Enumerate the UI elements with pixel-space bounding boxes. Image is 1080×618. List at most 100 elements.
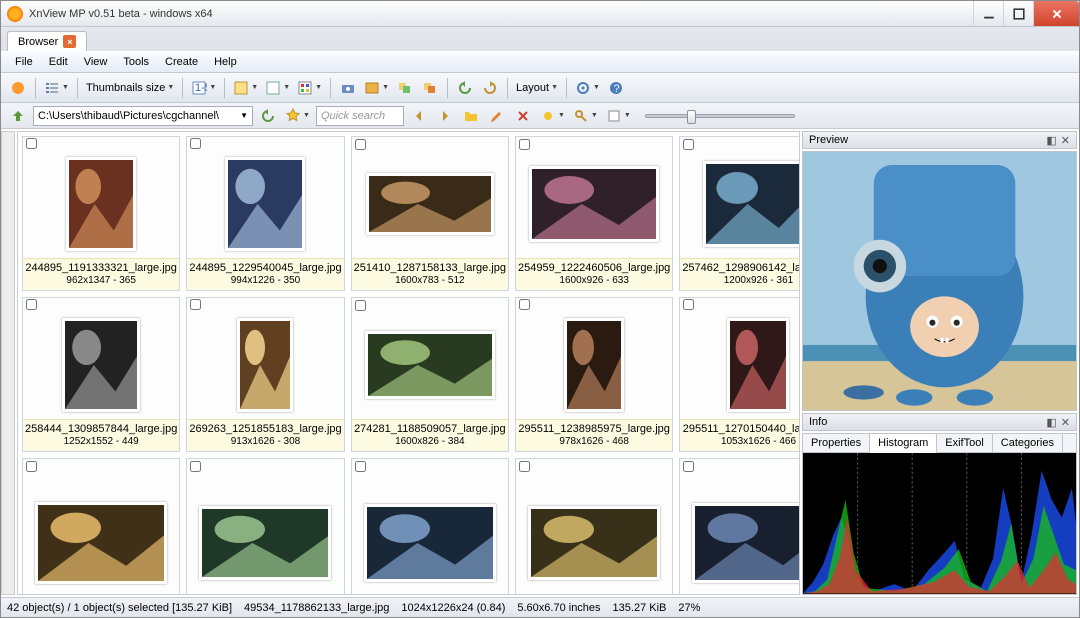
menu-help[interactable]: Help bbox=[208, 54, 243, 70]
preview-pane[interactable] bbox=[802, 151, 1077, 411]
thumbnail-item[interactable]: 295511_1270150440_large.jpg1053x1626 - 4… bbox=[679, 297, 800, 452]
thumb-checkbox[interactable] bbox=[355, 300, 366, 311]
thumbnail-item[interactable]: 244895_1229540045_large.jpg994x1226 - 35… bbox=[186, 136, 344, 291]
thumb-checkbox[interactable] bbox=[26, 461, 37, 472]
thumb-checkbox[interactable] bbox=[355, 139, 366, 150]
filter-icon[interactable]: ▼ bbox=[263, 80, 292, 96]
thumbnail-item[interactable]: 251410_1287158133_large.jpg1600x783 - 51… bbox=[351, 136, 509, 291]
slider-knob[interactable] bbox=[687, 110, 696, 124]
about-icon[interactable] bbox=[7, 77, 29, 99]
thumb-image[interactable] bbox=[187, 150, 343, 258]
thumb-image[interactable] bbox=[516, 151, 672, 258]
thumbnails-size-dropdown[interactable]: Thumbnails size▼ bbox=[84, 82, 176, 94]
thumbnail-item[interactable] bbox=[515, 458, 673, 595]
thumb-image[interactable] bbox=[23, 150, 179, 258]
thumb-checkbox[interactable] bbox=[190, 138, 201, 149]
tab-browser[interactable]: Browser × bbox=[7, 31, 87, 51]
undock-icon[interactable]: ◧ bbox=[1046, 416, 1056, 429]
thumb-caption: 257462_1298906142_large.jpg1200x926 - 36… bbox=[680, 258, 800, 290]
acquire-icon[interactable] bbox=[337, 77, 359, 99]
thumbnail-item[interactable] bbox=[186, 458, 344, 595]
tab-close-icon[interactable]: × bbox=[63, 35, 76, 48]
thumb-checkbox[interactable] bbox=[26, 138, 37, 149]
left-scrollbar[interactable] bbox=[1, 131, 15, 595]
tab-properties[interactable]: Properties bbox=[803, 434, 870, 452]
thumbnail-item[interactable]: 257462_1298906142_large.jpg1200x926 - 36… bbox=[679, 136, 800, 291]
menu-create[interactable]: Create bbox=[159, 54, 204, 70]
thumb-checkbox[interactable] bbox=[355, 461, 366, 472]
thumb-image[interactable] bbox=[516, 473, 672, 595]
thumb-checkbox[interactable] bbox=[683, 461, 694, 472]
thumb-image[interactable] bbox=[23, 473, 179, 595]
maximize-button[interactable] bbox=[1003, 1, 1033, 26]
thumb-image[interactable] bbox=[352, 473, 508, 595]
thumb-checkbox[interactable] bbox=[190, 299, 201, 310]
convert-icon[interactable]: ▼ bbox=[362, 80, 391, 96]
tag-key-icon[interactable]: ▼ bbox=[571, 108, 600, 124]
histogram-view[interactable] bbox=[802, 453, 1077, 595]
thumb-image[interactable] bbox=[187, 311, 343, 419]
edit-icon[interactable] bbox=[486, 105, 508, 127]
tab-histogram[interactable]: Histogram bbox=[870, 434, 937, 453]
view-list-icon[interactable]: ▼ bbox=[42, 80, 71, 96]
thumb-checkbox[interactable] bbox=[519, 139, 530, 150]
panel-close-icon[interactable]: ✕ bbox=[1061, 416, 1070, 429]
path-input[interactable]: C:\Users\thibaud\Pictures\cgchannel\▼ bbox=[33, 106, 253, 126]
rotate-cw-icon[interactable] bbox=[479, 77, 501, 99]
delete-icon[interactable] bbox=[512, 105, 534, 127]
batch-convert-icon[interactable] bbox=[394, 77, 416, 99]
rotate-ccw-icon[interactable] bbox=[454, 77, 476, 99]
thumb-image[interactable] bbox=[352, 312, 508, 419]
thumbnail-item[interactable] bbox=[351, 458, 509, 595]
thumbnail-item[interactable]: 295511_1238985975_large.jpg978x1626 - 46… bbox=[515, 297, 673, 452]
thumb-image[interactable] bbox=[23, 311, 179, 419]
thumbnail-item[interactable] bbox=[22, 458, 180, 595]
layout-dropdown[interactable]: Layout▼ bbox=[514, 82, 560, 94]
undock-icon[interactable]: ◧ bbox=[1046, 134, 1056, 147]
sort-icon[interactable]: 1-5▼ bbox=[189, 80, 218, 96]
thumb-image[interactable] bbox=[352, 151, 508, 258]
help-icon[interactable]: ? bbox=[605, 77, 627, 99]
thumb-image[interactable] bbox=[680, 151, 800, 258]
thumbnail-item[interactable]: 254959_1222460506_large.jpg1600x926 - 63… bbox=[515, 136, 673, 291]
folder-icon[interactable] bbox=[460, 105, 482, 127]
menu-tools[interactable]: Tools bbox=[117, 54, 155, 70]
refresh-path-icon[interactable] bbox=[257, 105, 279, 127]
thumbnail-size-slider[interactable] bbox=[645, 114, 795, 118]
thumb-checkbox[interactable] bbox=[190, 461, 201, 472]
chevron-down-icon[interactable]: ▼ bbox=[240, 111, 248, 120]
thumbnail-item[interactable]: 258444_1309857844_large.jpg1252x1552 - 4… bbox=[22, 297, 180, 452]
thumb-checkbox[interactable] bbox=[519, 461, 530, 472]
minimize-button[interactable] bbox=[973, 1, 1003, 26]
thumb-image[interactable] bbox=[680, 311, 800, 419]
tag-color-icon[interactable]: ▼ bbox=[295, 80, 324, 96]
back-icon[interactable] bbox=[408, 105, 430, 127]
menu-edit[interactable]: Edit bbox=[43, 54, 74, 70]
thumb-image[interactable] bbox=[516, 311, 672, 419]
tag-rating-icon[interactable]: ▼ bbox=[538, 108, 567, 124]
go-up-icon[interactable] bbox=[7, 105, 29, 127]
tag-color-small-icon[interactable]: ▼ bbox=[604, 108, 633, 124]
quick-search-input[interactable]: Quick search bbox=[316, 106, 404, 126]
export-icon[interactable] bbox=[419, 77, 441, 99]
favorites-icon[interactable]: ▼ bbox=[231, 80, 260, 96]
menu-file[interactable]: File bbox=[9, 54, 39, 70]
thumb-checkbox[interactable] bbox=[519, 299, 530, 310]
menu-view[interactable]: View bbox=[78, 54, 114, 70]
thumbnail-item[interactable] bbox=[679, 458, 800, 595]
close-button[interactable] bbox=[1033, 1, 1079, 26]
thumb-image[interactable] bbox=[187, 473, 343, 595]
panel-close-icon[interactable]: ✕ bbox=[1061, 134, 1070, 147]
thumbnail-item[interactable]: 274281_1188509057_large.jpg1600x826 - 38… bbox=[351, 297, 509, 452]
thumbnail-item[interactable]: 244895_1191333321_large.jpg962x1347 - 36… bbox=[22, 136, 180, 291]
tab-categories[interactable]: Categories bbox=[993, 434, 1063, 452]
forward-icon[interactable] bbox=[434, 105, 456, 127]
thumb-checkbox[interactable] bbox=[26, 299, 37, 310]
tab-exiftool[interactable]: ExifTool bbox=[937, 434, 993, 452]
star-favorites-icon[interactable]: ▼ bbox=[283, 108, 312, 124]
settings-icon[interactable]: ▼ bbox=[573, 80, 602, 96]
thumb-checkbox[interactable] bbox=[683, 299, 694, 310]
thumbnail-item[interactable]: 269263_1251855183_large.jpg913x1626 - 30… bbox=[186, 297, 344, 452]
thumb-image[interactable] bbox=[680, 473, 800, 595]
thumb-checkbox[interactable] bbox=[683, 139, 694, 150]
